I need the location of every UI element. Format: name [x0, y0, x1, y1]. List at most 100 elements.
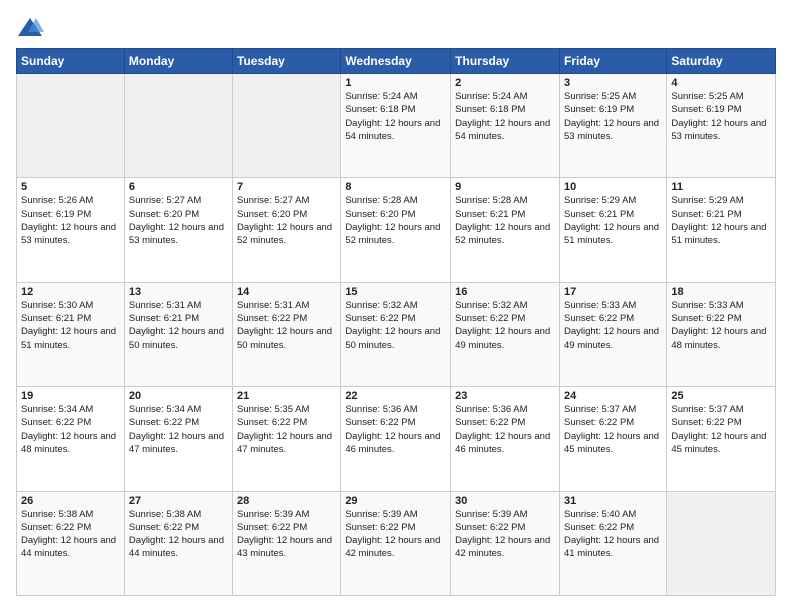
- calendar-cell: 25Sunrise: 5:37 AMSunset: 6:22 PMDayligh…: [667, 387, 776, 491]
- daylight-text: Daylight: 12 hours and 51 minutes.: [564, 222, 659, 246]
- day-info: Sunrise: 5:37 AMSunset: 6:22 PMDaylight:…: [564, 403, 662, 456]
- weekday-header-sunday: Sunday: [17, 49, 125, 74]
- day-number: 31: [564, 495, 662, 507]
- sunrise-text: Sunrise: 5:28 AM: [345, 195, 417, 206]
- day-number: 6: [129, 181, 228, 193]
- calendar-cell: [667, 491, 776, 595]
- daylight-text: Daylight: 12 hours and 46 minutes.: [345, 431, 440, 455]
- day-info: Sunrise: 5:39 AMSunset: 6:22 PMDaylight:…: [345, 508, 446, 561]
- daylight-text: Daylight: 12 hours and 48 minutes.: [21, 431, 116, 455]
- day-info: Sunrise: 5:25 AMSunset: 6:19 PMDaylight:…: [564, 90, 662, 143]
- day-info: Sunrise: 5:35 AM Sunset: 6:22 PM Daylight:…: [237, 403, 336, 456]
- day-number: 13: [129, 286, 228, 298]
- sunset-text: Sunset: 6:22 PM: [21, 522, 91, 533]
- sunrise-text: Sunrise: 5:37 AM: [671, 404, 743, 415]
- daylight-text: Daylight: 12 hours and 42 minutes.: [345, 535, 440, 559]
- calendar-cell: 7Sunrise: 5:27 AMSunset: 6:20 PMDaylight…: [233, 178, 341, 282]
- sunrise-text: Sunrise: 5:30 AM: [21, 300, 93, 311]
- calendar-cell: [17, 74, 125, 178]
- sunrise-text: Sunrise: 5:33 AM: [564, 300, 636, 311]
- sunrise-text: Sunrise: 5:32 AM: [455, 300, 527, 311]
- sunset-text: Sunset: 6:22 PM: [455, 313, 525, 324]
- day-info: Sunrise: 5:36 AMSunset: 6:22 PMDaylight:…: [455, 403, 555, 456]
- day-number: 21: [237, 390, 336, 402]
- sunset-text: Sunset: 6:19 PM: [21, 209, 91, 220]
- day-number: 25: [671, 390, 771, 402]
- day-number: 30: [455, 495, 555, 507]
- sunset-text: Sunset: 6:19 PM: [671, 104, 741, 115]
- day-number: 10: [564, 181, 662, 193]
- calendar-week-row: 19Sunrise: 5:34 AMSunset: 6:22 PMDayligh…: [17, 387, 776, 491]
- calendar-week-row: 26 Sunrise: 5:38 AM Sunset: 6:22 PM Dayligh…: [17, 491, 776, 595]
- sunset-text: Sunset: 6:22 PM: [345, 417, 415, 428]
- calendar-cell: 9Sunrise: 5:28 AMSunset: 6:21 PMDaylight…: [451, 178, 560, 282]
- weekday-header-saturday: Saturday: [667, 49, 776, 74]
- day-info: Sunrise: 5:24 AMSunset: 6:18 PMDaylight:…: [345, 90, 446, 143]
- daylight-text: Daylight: 12 hours and 49 minutes.: [564, 326, 659, 350]
- calendar-cell: 18Sunrise: 5:33 AMSunset: 6:22 PMDayligh…: [667, 282, 776, 386]
- day-number: 22: [345, 390, 446, 402]
- sunrise-text: Sunrise: 5:38 AM: [21, 509, 93, 520]
- day-number: 17: [564, 286, 662, 298]
- sunset-text: Sunset: 6:21 PM: [129, 313, 199, 324]
- weekday-header-wednesday: Wednesday: [341, 49, 451, 74]
- calendar-cell: 13Sunrise: 5:31 AMSunset: 6:21 PMDayligh…: [124, 282, 232, 386]
- daylight-text: Daylight: 12 hours and 54 minutes.: [345, 118, 440, 142]
- sunrise-text: Sunrise: 5:31 AM: [237, 300, 309, 311]
- sunset-text: Sunset: 6:21 PM: [21, 313, 91, 324]
- calendar-cell: 22Sunrise: 5:36 AMSunset: 6:22 PMDayligh…: [341, 387, 451, 491]
- day-info: Sunrise: 5:32 AMSunset: 6:22 PMDaylight:…: [345, 299, 446, 352]
- sunrise-text: Sunrise: 5:34 AM: [21, 404, 93, 415]
- sunrise-text: Sunrise: 5:25 AM: [564, 91, 636, 102]
- daylight-text: Daylight: 12 hours and 52 minutes.: [345, 222, 440, 246]
- sunset-text: Sunset: 6:22 PM: [129, 522, 199, 533]
- logo: [16, 16, 46, 38]
- day-info: Sunrise: 5:29 AMSunset: 6:21 PMDaylight:…: [671, 194, 771, 247]
- sunrise-text: Sunrise: 5:27 AM: [237, 195, 309, 206]
- sunset-text: Sunset: 6:22 PM: [455, 417, 525, 428]
- day-number: 14: [237, 286, 336, 298]
- daylight-text: Daylight: 12 hours and 46 minutes.: [455, 431, 550, 455]
- calendar-cell: 1Sunrise: 5:24 AMSunset: 6:18 PMDaylight…: [341, 74, 451, 178]
- daylight-text: Daylight: 12 hours and 53 minutes.: [564, 118, 659, 142]
- daylight-text: Daylight: 12 hours and 45 minutes.: [671, 431, 766, 455]
- daylight-text: Daylight: 12 hours and 54 minutes.: [455, 118, 550, 142]
- day-info: Sunrise: 5:31 AMSunset: 6:21 PMDaylight:…: [129, 299, 228, 352]
- sunrise-text: Sunrise: 5:27 AM: [129, 195, 201, 206]
- sunrise-text: Sunrise: 5:37 AM: [564, 404, 636, 415]
- calendar-cell: 31Sunrise: 5:40 AMSunset: 6:22 PMDayligh…: [559, 491, 666, 595]
- day-number: 18: [671, 286, 771, 298]
- calendar-cell: 11Sunrise: 5:29 AMSunset: 6:21 PMDayligh…: [667, 178, 776, 282]
- calendar-cell: [233, 74, 341, 178]
- day-number: 3: [564, 77, 662, 89]
- sunrise-text: Sunrise: 5:39 AM: [345, 509, 417, 520]
- calendar-cell: [124, 74, 232, 178]
- day-info: Sunrise: 5:38 AMSunset: 6:22 PMDaylight:…: [21, 508, 120, 561]
- calendar-cell: 27Sunrise: 5:38 AMSunset: 6:22 PMDayligh…: [124, 491, 232, 595]
- calendar-cell: 10Sunrise: 5:29 AMSunset: 6:21 PMDayligh…: [559, 178, 666, 282]
- day-info: Sunrise: 5:29 AMSunset: 6:21 PMDaylight:…: [564, 194, 662, 247]
- sunrise-text: Sunrise: 5:24 AM: [345, 91, 417, 102]
- sunrise-text: Sunrise: 5:38 AM: [129, 509, 201, 520]
- calendar-cell: 4Sunrise: 5:25 AMSunset: 6:19 PMDaylight…: [667, 74, 776, 178]
- daylight-text: Daylight: 12 hours and 47 minutes.: [237, 431, 332, 455]
- day-number: 26: [21, 495, 120, 507]
- sunrise-text: Sunrise: 5:40 AM: [564, 509, 636, 520]
- daylight-text: Daylight: 12 hours and 49 minutes.: [455, 326, 550, 350]
- sunrise-text: Sunrise: 5:28 AM: [455, 195, 527, 206]
- calendar-cell: 17Sunrise: 5:33 AMSunset: 6:22 PMDayligh…: [559, 282, 666, 386]
- day-number: 7: [237, 181, 336, 193]
- day-number: 23: [455, 390, 555, 402]
- sunset-text: Sunset: 6:22 PM: [237, 417, 307, 428]
- sunset-text: Sunset: 6:22 PM: [671, 313, 741, 324]
- sunset-text: Sunset: 6:22 PM: [345, 313, 415, 324]
- day-number: 8: [345, 181, 446, 193]
- day-info: Sunrise: 5:31 AMSunset: 6:22 PMDaylight:…: [237, 299, 336, 352]
- sunrise-text: Sunrise: 5:35 AM: [237, 404, 309, 415]
- daylight-text: Daylight: 12 hours and 51 minutes.: [671, 222, 766, 246]
- daylight-text: Daylight: 12 hours and 50 minutes.: [345, 326, 440, 350]
- calendar-cell: 8Sunrise: 5:28 AMSunset: 6:20 PMDaylight…: [341, 178, 451, 282]
- calendar-cell: 15Sunrise: 5:32 AMSunset: 6:22 PMDayligh…: [341, 282, 451, 386]
- calendar-cell: 30Sunrise: 5:39 AMSunset: 6:22 PMDayligh…: [451, 491, 560, 595]
- day-info: Sunrise: 5:36 AMSunset: 6:22 PMDaylight:…: [345, 403, 446, 456]
